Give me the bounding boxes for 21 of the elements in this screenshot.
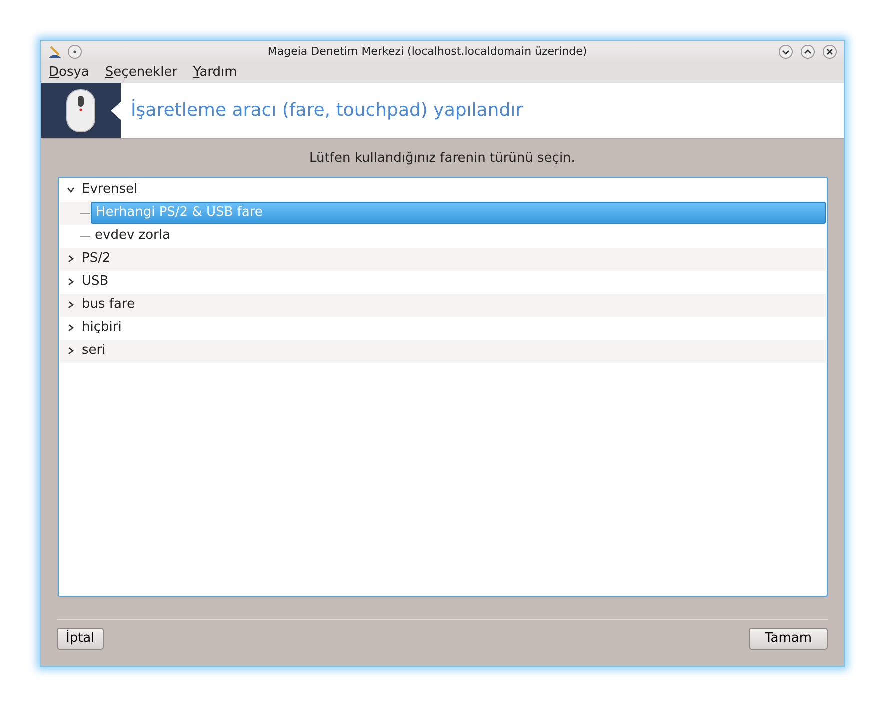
tree-item[interactable]: evdev zorla <box>91 226 174 246</box>
tree-item[interactable]: bus fare <box>78 295 139 315</box>
minimize-button[interactable] <box>778 44 794 60</box>
tree-item[interactable]: hiçbiri <box>78 318 126 338</box>
close-button[interactable] <box>822 44 838 60</box>
tree-item[interactable]: PS/2 <box>78 249 115 269</box>
menu-item[interactable]: Seçenekler <box>105 63 178 83</box>
window-title: Mageia Denetim Merkezi (localhost.localdomain üzerinde) <box>266 44 588 60</box>
tree-item[interactable]: USB <box>78 272 113 292</box>
menu-item[interactable]: Dosya <box>49 63 90 83</box>
banner-notch <box>111 102 121 120</box>
mouse-icon <box>66 88 96 132</box>
menu-item[interactable]: Yardım <box>194 63 238 83</box>
app-icon <box>47 44 63 60</box>
ok-button[interactable]: Tamam <box>748 628 828 650</box>
cancel-button[interactable]: İptal <box>57 628 104 650</box>
instruction-text: Lütfen kullandığınız farenin türünü seçin. <box>310 151 576 166</box>
tree-item[interactable]: seri <box>78 341 110 361</box>
maximize-button[interactable] <box>800 44 816 60</box>
tree-item[interactable]: Evrensel <box>78 180 142 200</box>
banner-title: İşaretleme aracı (fare, touchpad) yapılandır <box>131 98 524 123</box>
